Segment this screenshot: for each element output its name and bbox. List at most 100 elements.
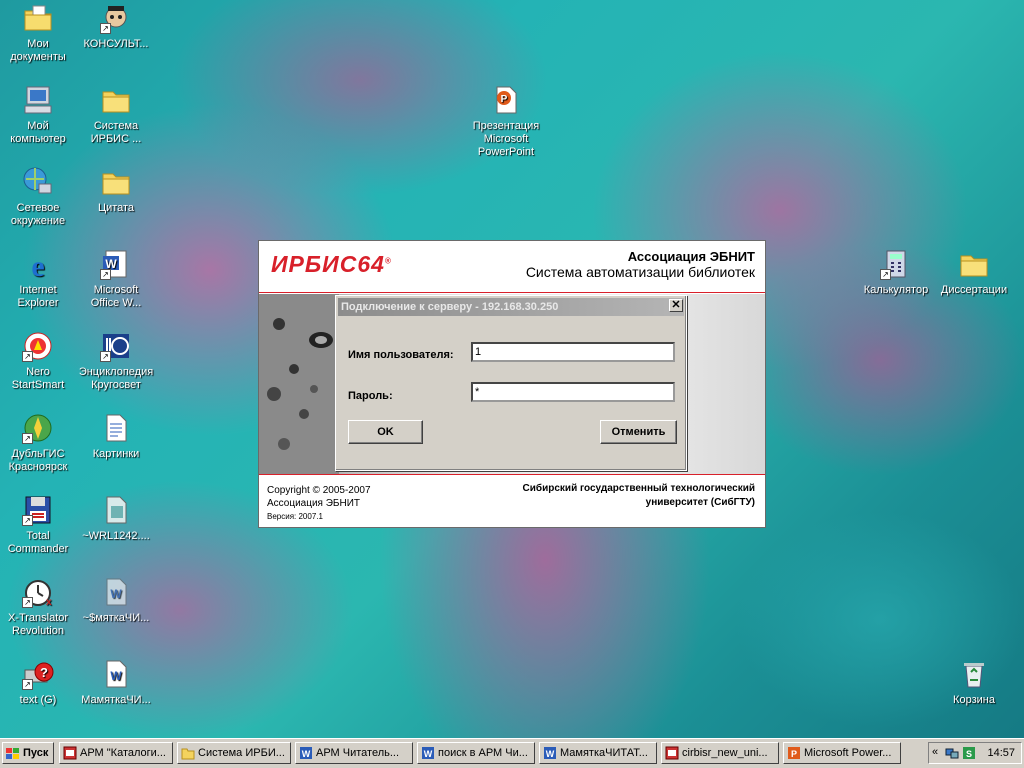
shortcut-arrow-icon: ↗ <box>880 269 891 280</box>
icon-label: ~$мяткаЧИ... <box>82 612 150 624</box>
university-line2: университет (СибГТУ) <box>645 497 755 508</box>
ok-button[interactable]: OK <box>348 420 423 444</box>
clock[interactable]: 14:57 <box>987 747 1015 759</box>
close-icon: ✕ <box>671 299 681 311</box>
icon-label: Система ИРБИС ... <box>90 120 142 145</box>
shortcut-arrow-icon: ↗ <box>100 351 111 362</box>
desktop-icon-kartinki[interactable]: Картинки <box>78 412 154 461</box>
icon-label: Диссертации <box>940 284 1008 296</box>
task-button-katalog[interactable]: АРМ "Каталоги... <box>59 742 173 764</box>
icon-label: Энциклопедия Кругосвет <box>78 366 154 391</box>
desktop-icon-pamyatka[interactable]: W МамяткаЧИ... <box>78 658 154 707</box>
desktop-icon-my-computer[interactable]: Мой компьютер <box>0 84 76 146</box>
icon-label: X-Translator Revolution <box>7 612 69 637</box>
floppy-icon: ↗ <box>22 494 54 526</box>
desktop-icon-krugosvet[interactable]: ↗ Энциклопедия Кругосвет <box>78 330 154 392</box>
svg-text:P: P <box>501 94 508 105</box>
desktop-icon-presentation[interactable]: P Презентация Microsoft PowerPoint <box>468 84 544 159</box>
desktop-icon-wrl[interactable]: ~WRL1242.... <box>78 494 154 543</box>
task-label: МамяткаЧИТАТ... <box>560 747 648 759</box>
icon-label: Microsoft Office W... <box>90 284 142 309</box>
desktop-icon-network[interactable]: Сетевое окружение <box>0 166 76 228</box>
org-name: Ассоциация ЭБНИТ <box>627 249 755 264</box>
ie-icon: e <box>22 248 54 280</box>
word-icon: W <box>543 746 557 760</box>
task-button-pamyatka[interactable]: W МамяткаЧИТАТ... <box>539 742 657 764</box>
desktop-icon-xtranslator[interactable]: x ↗ X-Translator Revolution <box>0 576 76 638</box>
task-button-cirbisr[interactable]: cirbisr_new_uni... <box>661 742 779 764</box>
desktop[interactable]: Мои документы Мой компьютер Сетевое окру… <box>0 0 1024 738</box>
system-tray: « S 14:57 <box>928 742 1022 764</box>
university-block: Сибирский государственный технологически… <box>523 482 755 510</box>
shortcut-arrow-icon: ↗ <box>22 679 33 690</box>
desktop-icon-calculator[interactable]: ↗ Калькулятор <box>858 248 934 297</box>
desktop-icon-citata[interactable]: Цитата <box>78 166 154 215</box>
shortcut-arrow-icon: ↗ <box>22 351 33 362</box>
svg-text:P: P <box>791 749 797 759</box>
icon-label: text (G) <box>19 694 57 706</box>
nero-icon: ↗ <box>22 330 54 362</box>
help-drive-icon: ? ↗ <box>22 658 54 690</box>
powerpoint-icon: P <box>787 746 801 760</box>
shortcut-arrow-icon: ↗ <box>22 433 33 444</box>
encyclopedia-icon: ↗ <box>100 330 132 362</box>
icon-label: Nero StartSmart <box>11 366 65 391</box>
desktop-icon-nero[interactable]: ↗ Nero StartSmart <box>0 330 76 392</box>
calculator-icon: ↗ <box>880 248 912 280</box>
desktop-icon-dubgis[interactable]: ↗ ДубльГИС Красноярск <box>0 412 76 474</box>
divider <box>259 474 765 475</box>
desktop-icon-dissertations[interactable]: Диссертации <box>936 248 1012 297</box>
icon-label: Total Commander <box>7 530 69 555</box>
dialog-title-bar[interactable]: Подключение к серверу - 192.168.30.250 <box>338 298 684 316</box>
task-button-search-arm[interactable]: W поиск в АРМ Чи... <box>417 742 535 764</box>
cancel-button[interactable]: Отменить <box>600 420 677 444</box>
desktop-icon-recycle-bin[interactable]: Корзина <box>936 658 1012 707</box>
desktop-icon-total-commander[interactable]: ↗ Total Commander <box>0 494 76 556</box>
network-tray-icon[interactable] <box>945 746 959 760</box>
task-button-powerpoint[interactable]: P Microsoft Power... <box>783 742 901 764</box>
tray-expand-icon[interactable]: « <box>932 746 938 758</box>
app-icon <box>665 746 679 760</box>
desktop-icon-my-documents[interactable]: Мои документы <box>0 2 76 64</box>
antivirus-tray-icon[interactable]: S <box>962 746 976 760</box>
icon-label: Презентация Microsoft PowerPoint <box>472 120 540 158</box>
task-label: АРМ Читатель... <box>316 747 400 759</box>
icon-label: МамяткаЧИ... <box>81 694 151 706</box>
computer-icon <box>22 84 54 116</box>
task-label: cirbisr_new_uni... <box>682 747 768 759</box>
word-icon: W <box>421 746 435 760</box>
icon-label: Корзина <box>953 694 995 706</box>
svg-text:W: W <box>546 749 555 759</box>
folder-icon <box>100 84 132 116</box>
password-input[interactable] <box>471 382 675 402</box>
desktop-icon-office-word[interactable]: W ↗ Microsoft Office W... <box>78 248 154 310</box>
task-button-arm-reader[interactable]: W АРМ Читатель... <box>295 742 413 764</box>
task-button-irbis-folder[interactable]: Система ИРБИ... <box>177 742 291 764</box>
product-name: Система автоматизации библиотек <box>525 264 755 280</box>
task-label: Microsoft Power... <box>804 747 892 759</box>
divider <box>259 292 765 293</box>
shortcut-arrow-icon: ↗ <box>100 269 111 280</box>
icon-label: Internet Explorer <box>17 284 59 309</box>
username-input[interactable] <box>471 342 675 362</box>
icon-label: Мои документы <box>10 38 66 63</box>
icon-label: Цитата <box>97 202 135 214</box>
desktop-icon-konsult[interactable]: ↗ КОНСУЛЬТ... <box>78 2 154 51</box>
svg-text:W: W <box>302 749 311 759</box>
consultant-icon: ↗ <box>100 2 132 34</box>
desktop-icon-irbis-folder[interactable]: Система ИРБИС ... <box>78 84 154 146</box>
desktop-icon-ie[interactable]: e Internet Explorer <box>0 248 76 310</box>
desktop-icon-pamyatka-tmp[interactable]: W ~$мяткаЧИ... <box>78 576 154 625</box>
start-button[interactable]: Пуск <box>2 742 54 764</box>
university-line1: Сибирский государственный технологически… <box>522 483 755 494</box>
close-button[interactable]: ✕ <box>669 299 683 312</box>
svg-text:W: W <box>110 587 122 601</box>
version-text: Версия: 2007.1 <box>267 512 323 521</box>
word-doc-icon: W <box>100 658 132 690</box>
icon-label: Картинки <box>92 448 140 460</box>
shortcut-arrow-icon: ↗ <box>100 23 111 34</box>
shortcut-arrow-icon: ↗ <box>22 597 33 608</box>
desktop-icon-text-g[interactable]: ? ↗ text (G) <box>0 658 76 707</box>
server-login-dialog: Подключение к серверу - 192.168.30.250 ✕… <box>335 295 687 471</box>
globe-icon: ↗ <box>22 412 54 444</box>
